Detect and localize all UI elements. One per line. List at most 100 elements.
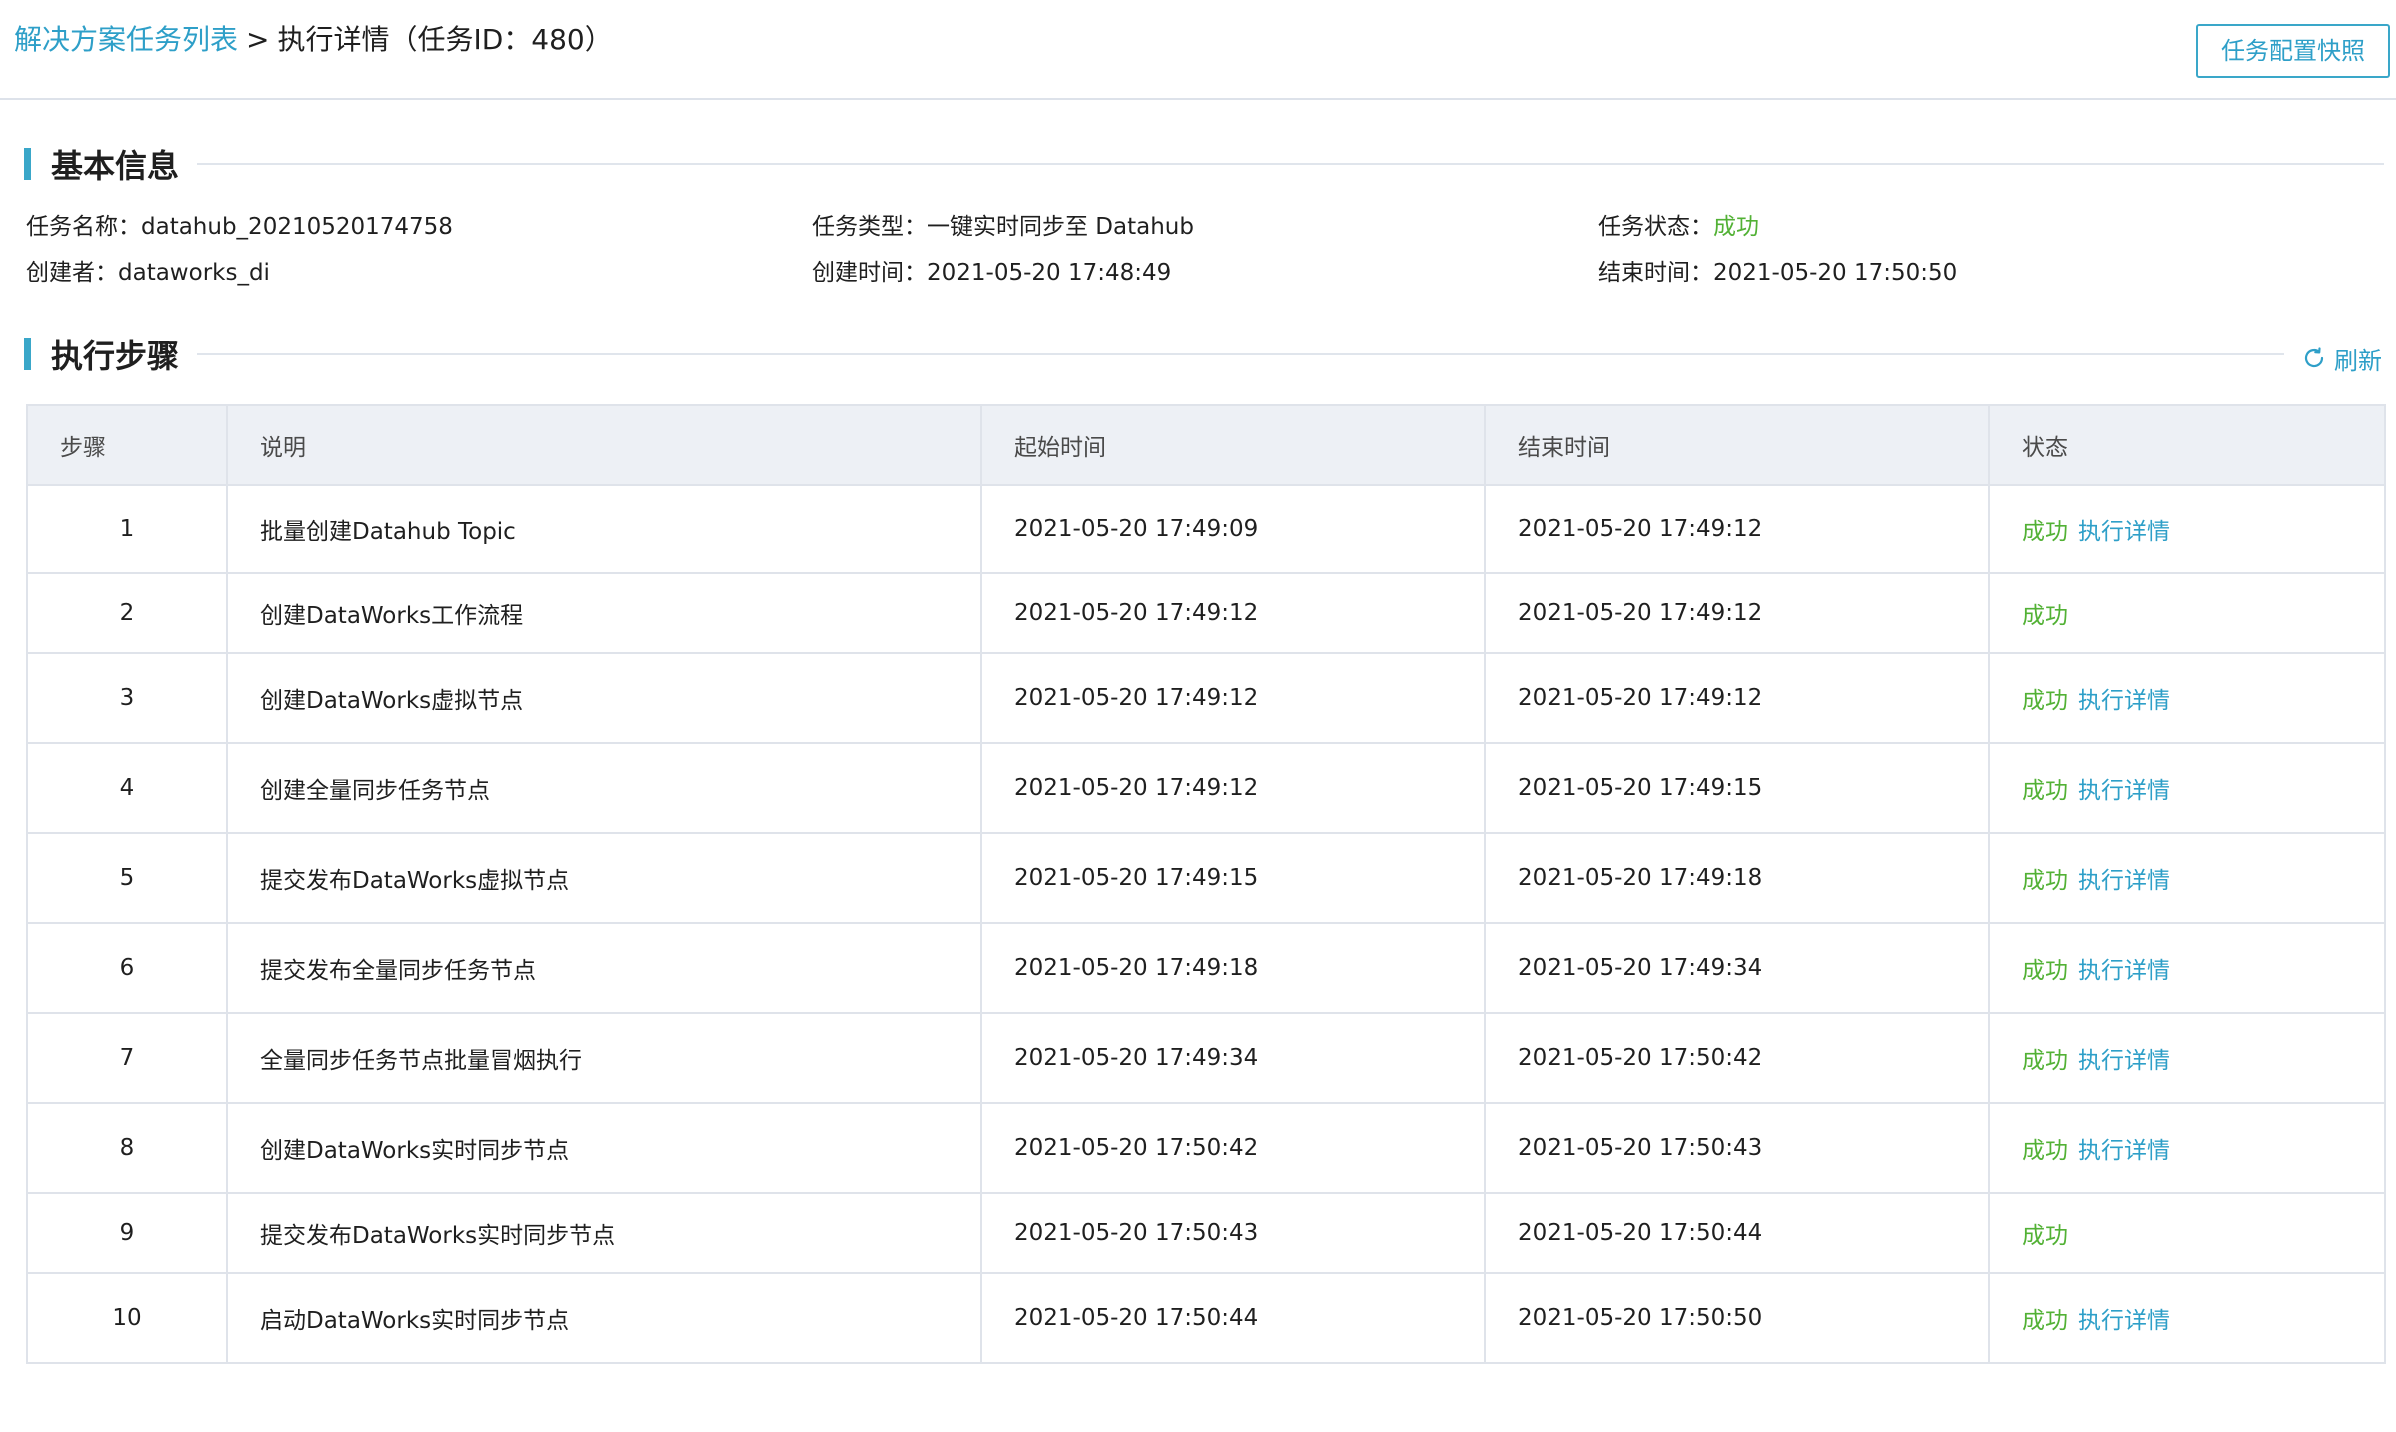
breadcrumb: 解决方案任务列表 > 执行详情（任务ID：480） [14, 18, 613, 62]
execution-detail-link[interactable]: 执行详情 [2078, 519, 2170, 545]
execution-detail-link[interactable]: 执行详情 [2078, 958, 2170, 984]
step-status-cell: 成功 执行详情 [1988, 1012, 2386, 1104]
status-success-text: 成功 [2022, 688, 2068, 714]
table-row: 8 创建DataWorks实时同步节点 2021-05-20 17:50:42 202… [26, 1102, 2386, 1194]
task-name-field: 任务名称：datahub_20210520174758 [26, 212, 453, 242]
refresh-button[interactable]: 刷新 [2302, 338, 2382, 378]
status-success-text: 成功 [2022, 1138, 2068, 1164]
step-number-cell: 6 [26, 922, 228, 1014]
step-start-time-cell: 2021-05-20 17:49:12 [980, 572, 1486, 654]
basic-info-section-header: 基本信息 [24, 144, 2384, 185]
column-header-description: 说明 [226, 404, 982, 486]
refresh-icon [2304, 347, 2324, 368]
step-number-cell: 10 [26, 1272, 228, 1364]
execution-detail-link[interactable]: 执行详情 [2078, 778, 2170, 804]
step-end-time-cell: 2021-05-20 17:49:12 [1484, 652, 1990, 744]
step-end-time-cell: 2021-05-20 17:49:15 [1484, 742, 1990, 834]
page-title: 执行详情（任务ID：480） [277, 23, 613, 56]
execution-detail-link[interactable]: 执行详情 [2078, 868, 2170, 894]
step-status-cell: 成功 执行详情 [1988, 832, 2386, 924]
table-row: 2 创建DataWorks工作流程 2021-05-20 17:49:12 2021-… [26, 572, 2386, 654]
status-success-text: 成功 [2022, 958, 2068, 984]
step-start-time-cell: 2021-05-20 17:49:12 [980, 652, 1486, 744]
creator-field: 创建者：dataworks_di [26, 258, 270, 288]
step-description-cell: 创建DataWorks工作流程 [226, 572, 982, 654]
task-status-value: 成功 [1713, 214, 1759, 240]
steps-table: 步骤 说明 起始时间 结束时间 状态 1 批量创建Datahub Topic 202… [26, 404, 2386, 1364]
table-row: 1 批量创建Datahub Topic 2021-05-20 17:49:09 202… [26, 484, 2386, 574]
step-status-cell: 成功 [1988, 1192, 2386, 1274]
column-header-end-time: 结束时间 [1484, 404, 1990, 486]
status-success-text: 成功 [2022, 1223, 2068, 1249]
step-number-cell: 2 [26, 572, 228, 654]
end-time-value: 2021-05-20 17:50:50 [1713, 260, 1958, 286]
step-end-time-cell: 2021-05-20 17:49:12 [1484, 572, 1990, 654]
refresh-label: 刷新 [2334, 346, 2382, 375]
step-description-cell: 提交发布全量同步任务节点 [226, 922, 982, 1014]
breadcrumb-task-list-link[interactable]: 解决方案任务列表 [14, 23, 238, 56]
table-row: 6 提交发布全量同步任务节点 2021-05-20 17:49:18 2021-05-… [26, 922, 2386, 1014]
status-success-text: 成功 [2022, 778, 2068, 804]
task-type-value: 一键实时同步至 Datahub [927, 214, 1194, 240]
steps-title: 执行步骤 [51, 337, 180, 375]
step-start-time-cell: 2021-05-20 17:49:09 [980, 484, 1486, 574]
step-status-cell: 成功 执行详情 [1988, 652, 2386, 744]
step-number-cell: 7 [26, 1012, 228, 1104]
step-start-time-cell: 2021-05-20 17:50:43 [980, 1192, 1486, 1274]
execution-detail-link[interactable]: 执行详情 [2078, 688, 2170, 714]
step-number-cell: 4 [26, 742, 228, 834]
step-description-cell: 创建全量同步任务节点 [226, 742, 982, 834]
step-number-cell: 5 [26, 832, 228, 924]
table-row: 9 提交发布DataWorks实时同步节点 2021-05-20 17:50:43 2… [26, 1192, 2386, 1274]
status-success-text: 成功 [2022, 1048, 2068, 1074]
execution-detail-link[interactable]: 执行详情 [2078, 1138, 2170, 1164]
creator-value: dataworks_di [118, 260, 270, 286]
status-success-text: 成功 [2022, 868, 2068, 894]
step-start-time-cell: 2021-05-20 17:50:44 [980, 1272, 1486, 1364]
steps-table-body: 1 批量创建Datahub Topic 2021-05-20 17:49:09 202… [26, 484, 2386, 1364]
status-success-text: 成功 [2022, 603, 2068, 629]
step-status-cell: 成功 执行详情 [1988, 922, 2386, 1014]
step-end-time-cell: 2021-05-20 17:50:50 [1484, 1272, 1990, 1364]
step-description-cell: 创建DataWorks虚拟节点 [226, 652, 982, 744]
section-accent-bar [24, 338, 31, 370]
step-description-cell: 创建DataWorks实时同步节点 [226, 1102, 982, 1194]
step-description-cell: 提交发布DataWorks虚拟节点 [226, 832, 982, 924]
table-row: 5 提交发布DataWorks虚拟节点 2021-05-20 17:49:15 202… [26, 832, 2386, 924]
end-time-label: 结束时间： [1598, 260, 1713, 286]
table-row: 4 创建全量同步任务节点 2021-05-20 17:49:12 2021-05-20… [26, 742, 2386, 834]
step-start-time-cell: 2021-05-20 17:49:34 [980, 1012, 1486, 1104]
column-header-status: 状态 [1988, 404, 2386, 486]
step-end-time-cell: 2021-05-20 17:50:44 [1484, 1192, 1990, 1274]
task-config-snapshot-button[interactable]: 任务配置快照 [2196, 24, 2390, 78]
step-number-cell: 9 [26, 1192, 228, 1274]
created-time-field: 创建时间：2021-05-20 17:48:49 [812, 258, 1171, 288]
creator-label: 创建者： [26, 260, 118, 286]
section-divider [197, 353, 2284, 355]
step-number-cell: 1 [26, 484, 228, 574]
column-header-start-time: 起始时间 [980, 404, 1486, 486]
section-divider [197, 163, 2384, 165]
step-start-time-cell: 2021-05-20 17:50:42 [980, 1102, 1486, 1194]
breadcrumb-separator: > [246, 23, 270, 56]
task-name-label: 任务名称： [26, 214, 141, 240]
table-header-row: 步骤 说明 起始时间 结束时间 状态 [26, 404, 2386, 486]
step-start-time-cell: 2021-05-20 17:49:15 [980, 832, 1486, 924]
end-time-field: 结束时间：2021-05-20 17:50:50 [1598, 258, 1957, 288]
step-status-cell: 成功 执行详情 [1988, 484, 2386, 574]
table-row: 7 全量同步任务节点批量冒烟执行 2021-05-20 17:49:34 2021-0… [26, 1012, 2386, 1104]
created-time-label: 创建时间： [812, 260, 927, 286]
step-description-cell: 全量同步任务节点批量冒烟执行 [226, 1012, 982, 1104]
step-end-time-cell: 2021-05-20 17:50:42 [1484, 1012, 1990, 1104]
step-end-time-cell: 2021-05-20 17:50:43 [1484, 1102, 1990, 1194]
task-type-label: 任务类型： [812, 214, 927, 240]
step-status-cell: 成功 执行详情 [1988, 1102, 2386, 1194]
table-row: 3 创建DataWorks虚拟节点 2021-05-20 17:49:12 2021-… [26, 652, 2386, 744]
task-status-field: 任务状态：成功 [1598, 212, 1759, 242]
execution-detail-link[interactable]: 执行详情 [2078, 1048, 2170, 1074]
step-end-time-cell: 2021-05-20 17:49:12 [1484, 484, 1990, 574]
execution-detail-link[interactable]: 执行详情 [2078, 1308, 2170, 1334]
step-status-cell: 成功 执行详情 [1988, 1272, 2386, 1364]
step-status-cell: 成功 执行详情 [1988, 742, 2386, 834]
section-accent-bar [24, 148, 31, 180]
